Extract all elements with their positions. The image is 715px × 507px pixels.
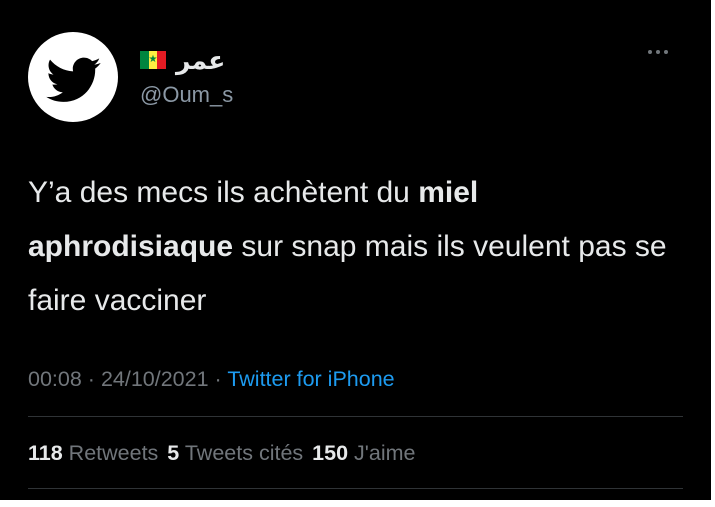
tweet-date[interactable]: 24/10/2021	[101, 367, 209, 391]
tweet-text: Y’a des mecs ils achètent du miel aphrod…	[28, 166, 668, 328]
retweets-label: Retweets	[68, 441, 159, 465]
more-options-icon[interactable]	[648, 50, 668, 54]
tweet-meta: 00:08 · 24/10/2021 · Twitter for iPhone	[28, 363, 395, 395]
divider	[28, 488, 683, 489]
engagement-stats: 118 Retweets 5 Tweets cités 150 J'aime	[28, 437, 424, 469]
meta-separator: ·	[214, 367, 222, 391]
author-display-name: عمر	[176, 45, 226, 75]
meta-separator: ·	[87, 367, 95, 391]
likes-count: 150	[312, 441, 349, 465]
senegal-flag-icon: ★	[140, 51, 167, 69]
tweet-card: ★ عمر @Oum_s Y’a des mecs ils achètent d…	[0, 0, 711, 500]
divider	[28, 416, 683, 417]
retweets-count: 118	[28, 441, 63, 465]
tweet-text-part: Y’a des mecs ils achètent du	[28, 176, 419, 209]
quotes-label: Tweets cités	[184, 441, 304, 465]
likes-label: J'aime	[354, 441, 416, 465]
tweet-source-link[interactable]: Twitter for iPhone	[227, 367, 394, 391]
quotes-count: 5	[167, 441, 180, 465]
author-handle[interactable]: @Oum_s	[140, 84, 233, 106]
avatar[interactable]	[28, 32, 118, 122]
quotes-stat[interactable]: 5 Tweets cités	[167, 441, 303, 465]
retweets-stat[interactable]: 118 Retweets	[28, 441, 158, 465]
tweet-time[interactable]: 00:08	[28, 367, 82, 391]
likes-stat[interactable]: 150 J'aime	[312, 441, 415, 465]
author-name-row[interactable]: ★ عمر	[140, 44, 225, 76]
twitter-bird-icon	[46, 57, 101, 102]
